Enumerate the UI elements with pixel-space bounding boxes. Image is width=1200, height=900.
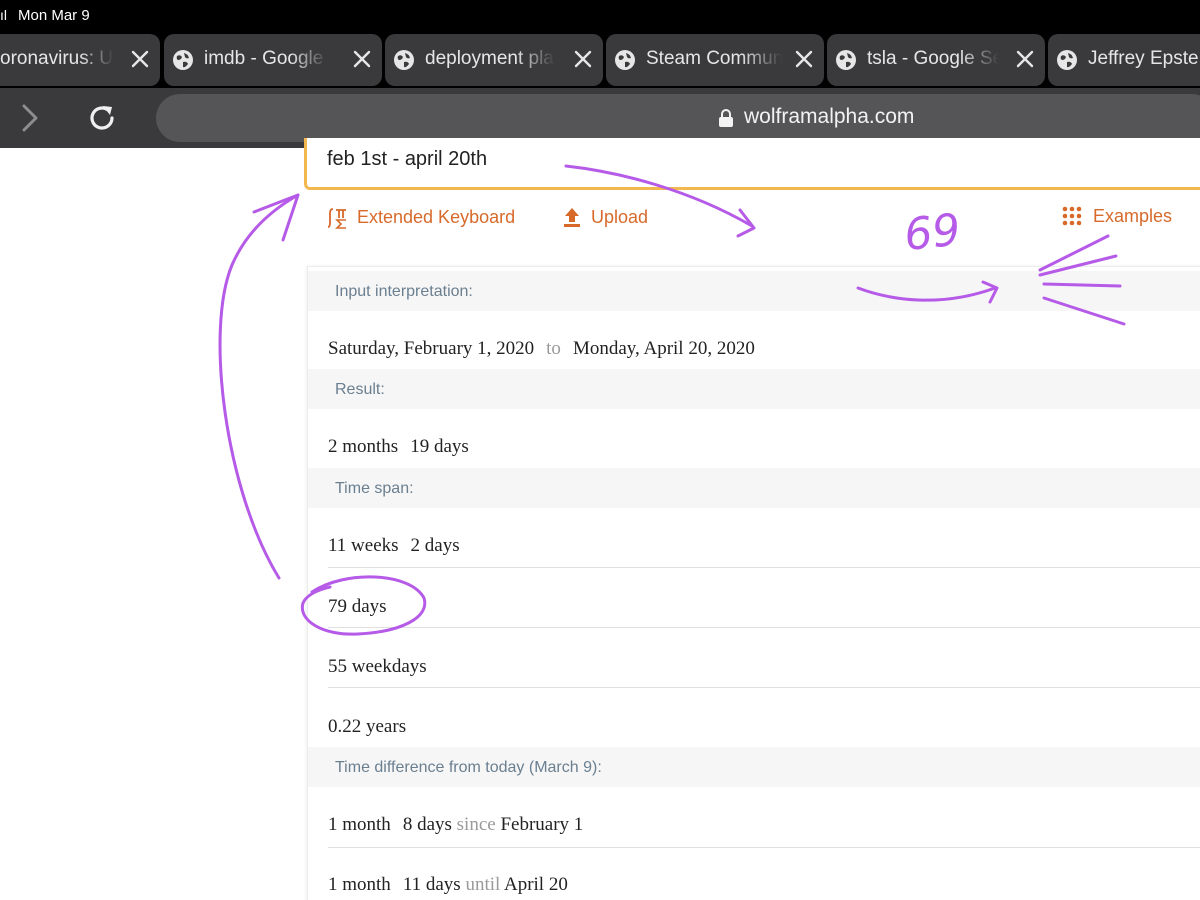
query-input[interactable]: feb 1st - april 20th <box>304 138 1200 190</box>
tab-deployment[interactable]: deployment plag <box>385 34 603 86</box>
extended-keyboard-label: Extended Keyboard <box>357 207 516 227</box>
examples-button[interactable]: Examples <box>1062 205 1182 229</box>
close-icon[interactable] <box>573 49 593 69</box>
timespan-days: 79 days <box>328 596 387 617</box>
tab-coronavirus[interactable]: oronavirus: US <box>0 34 160 86</box>
time-since-value: 1 month 8 days since February 1 <box>328 814 584 835</box>
timespan-weeks: 11 weeks 2 days <box>328 535 460 556</box>
time-until-value: 1 month 11 days until April 20 <box>328 874 568 895</box>
status-datetime: Mon Mar 9 <box>18 7 90 24</box>
globe-icon <box>1057 50 1077 70</box>
status-bar: ıl Mon Mar 9 <box>0 0 1200 32</box>
close-icon[interactable] <box>1015 49 1035 69</box>
divider <box>328 567 1200 568</box>
globe-icon <box>394 50 414 70</box>
tab-title: Jeffrey Epste <box>1088 48 1199 69</box>
tab-title: deployment plag <box>425 48 555 69</box>
forward-icon[interactable] <box>18 102 42 134</box>
tab-title: imdb - Google S <box>204 48 328 69</box>
divider <box>328 847 1200 848</box>
pod-header: Time span: <box>308 468 1200 508</box>
grid-dots-icon <box>1062 206 1082 226</box>
upload-button[interactable]: Upload <box>563 206 663 230</box>
tab-title: tsla - Google Sea <box>867 48 999 69</box>
math-keyboard-icon <box>327 208 346 229</box>
timespan-weekdays: 55 weekdays <box>328 656 427 677</box>
close-icon[interactable] <box>130 49 150 69</box>
query-text: feb 1st - april 20th <box>327 148 488 170</box>
input-interpretation-value: Saturday, February 1, 2020 to Monday, Apri… <box>328 338 755 359</box>
address-bar[interactable]: wolframalpha.com <box>156 94 1200 142</box>
upload-icon <box>564 208 580 227</box>
timespan-years: 0.22 years <box>328 716 407 737</box>
divider <box>328 687 1200 688</box>
results-card: Input interpretation: Saturday, February… <box>307 266 1200 900</box>
tab-tsla[interactable]: tsla - Google Sea <box>827 34 1045 86</box>
examples-label: Examples <box>1093 206 1173 226</box>
ink-curved-arrow-left <box>218 193 300 580</box>
tab-imdb[interactable]: imdb - Google S <box>164 34 382 86</box>
close-icon[interactable] <box>352 49 372 69</box>
pod-title: Input interpretation: <box>335 283 473 300</box>
screen: ıl Mon Mar 9 oronavirus: US imdb - Googl… <box>0 0 1200 900</box>
tab-epstein[interactable]: Jeffrey Epste <box>1048 34 1200 86</box>
tab-title: Steam Communi <box>646 48 782 69</box>
ink-arrowhead-query <box>736 208 756 238</box>
globe-icon <box>173 50 193 70</box>
pod-header: Input interpretation: <box>308 271 1200 311</box>
extended-keyboard-button[interactable]: Extended Keyboard <box>327 206 527 230</box>
globe-icon <box>836 50 856 70</box>
pod-title: Result: <box>335 381 385 398</box>
tab-title: oronavirus: US <box>0 48 114 69</box>
lock-icon <box>719 109 733 127</box>
pod-title: Time span: <box>335 480 414 497</box>
close-icon[interactable] <box>794 49 814 69</box>
divider <box>328 627 1200 628</box>
reload-icon[interactable] <box>86 102 118 134</box>
signal-indicator: ıl <box>0 7 7 23</box>
ink-note-69: 69 <box>902 204 963 261</box>
tab-strip: oronavirus: US imdb - Google S deploymen… <box>0 32 1200 88</box>
result-value: 2 months 19 days <box>328 436 469 457</box>
pod-header: Result: <box>308 369 1200 409</box>
upload-label: Upload <box>591 207 649 227</box>
pod-header: Time difference from today (March 9): <box>308 747 1200 787</box>
ink-arrowhead-left <box>252 193 300 242</box>
url-text: wolframalpha.com <box>744 105 915 128</box>
tab-steam[interactable]: Steam Communi <box>606 34 824 86</box>
globe-icon <box>615 50 635 70</box>
pod-title: Time difference from today (March 9): <box>335 759 602 776</box>
